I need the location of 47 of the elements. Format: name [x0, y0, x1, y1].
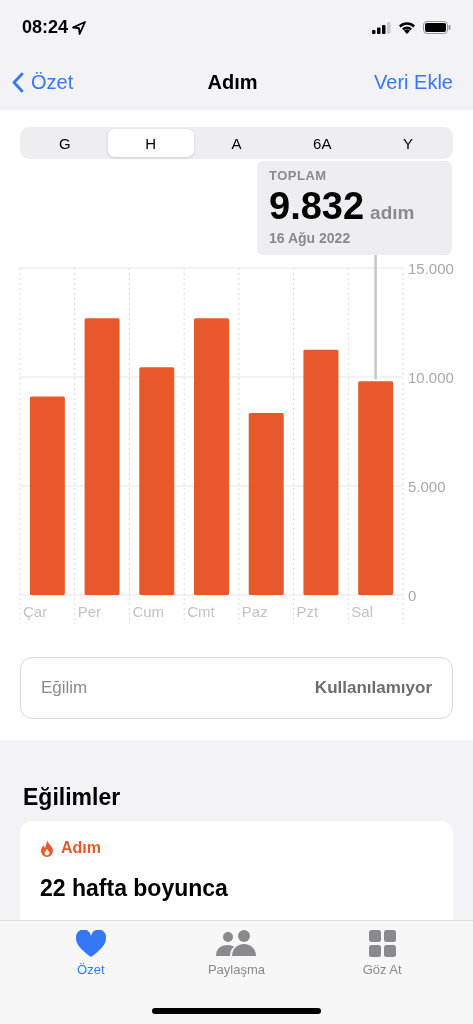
day-label: Cum — [132, 603, 165, 620]
tab-bar-item[interactable]: Özet — [30, 929, 151, 978]
trend-label: Eğilim — [41, 678, 88, 698]
tooltip-date: 16 Ağu 2022 — [269, 230, 352, 246]
step-bar[interactable] — [84, 318, 120, 595]
trend-value: Kullanılamıyor — [314, 678, 432, 698]
day-label: Per — [77, 603, 102, 620]
y-axis-label: 5.000 — [408, 478, 446, 495]
card-title: 22 hafta boyunca — [40, 875, 229, 902]
step-total: 9.832 — [269, 185, 365, 228]
day-label: Cmt — [187, 603, 215, 620]
range-tab[interactable]: A — [193, 129, 280, 157]
battery-icon — [423, 21, 451, 34]
range-tab[interactable]: Y — [365, 129, 451, 157]
y-axis-label: 10.000 — [408, 369, 454, 386]
step-bar[interactable] — [29, 396, 65, 595]
y-axis-label: 0 — [408, 587, 417, 604]
range-tab[interactable]: G — [22, 129, 108, 157]
trend-card[interactable]: Adım 22 hafta boyunca — [20, 821, 453, 920]
step-unit: adım — [370, 202, 415, 224]
range-tab[interactable]: 6A — [279, 129, 366, 157]
day-label: Sal — [351, 603, 373, 620]
back-chevron-icon — [12, 72, 24, 93]
location-arrow-icon — [72, 20, 87, 35]
card-category: Adım — [61, 839, 101, 857]
day-label: Çar — [23, 603, 48, 620]
section-heading: Eğilimler — [23, 784, 122, 811]
step-bar[interactable] — [358, 381, 394, 595]
trend-row[interactable]: Eğilim Kullanılamıyor — [20, 657, 453, 719]
signal-icon — [372, 21, 391, 34]
step-bar[interactable] — [248, 412, 284, 595]
grid-icon — [368, 930, 396, 957]
step-bar[interactable] — [139, 367, 175, 595]
tooltip-title: TOPLAM — [269, 168, 328, 183]
screen-title: Adım — [207, 71, 258, 94]
people-icon — [216, 930, 257, 957]
wifi-icon — [398, 21, 416, 34]
add-data-button[interactable]: Veri Ekle — [374, 71, 453, 94]
y-axis-label: 15.000 — [408, 260, 454, 277]
day-label: Paz — [241, 603, 268, 620]
clock: 08:24 — [22, 17, 69, 38]
heart-icon — [75, 930, 106, 957]
day-label: Pzt — [296, 603, 319, 620]
back-button[interactable]: Özet — [12, 71, 74, 94]
range-tab[interactable]: H — [107, 129, 194, 157]
step-bar[interactable] — [303, 349, 339, 595]
flame-icon — [40, 839, 54, 857]
